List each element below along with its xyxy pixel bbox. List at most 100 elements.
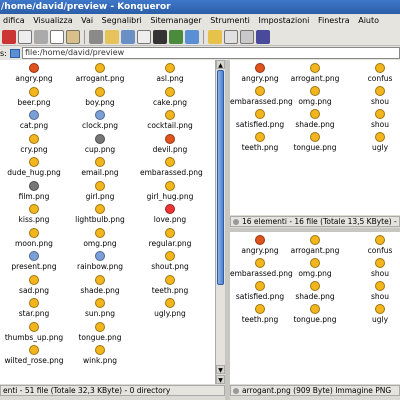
new-folder-icon[interactable] [105,29,119,44]
smiley-icon [95,274,105,285]
file-item[interactable]: love.png [140,204,200,224]
file-item[interactable]: confus [350,63,400,83]
left-file-pane[interactable]: angry.png beer.png cat.png cry.png dude_hug.… [0,60,215,384]
file-item[interactable]: sad.png [4,274,64,295]
console-icon[interactable] [153,29,167,44]
file-item[interactable]: beer.png [4,86,64,107]
file-item[interactable]: shou [350,258,400,278]
file-item[interactable]: boy.png [70,86,130,107]
file-item[interactable]: ugly [350,132,400,152]
file-item[interactable]: shade.png [70,274,130,295]
file-item[interactable]: cat.png [4,110,64,130]
cut-icon[interactable] [34,29,48,44]
file-item[interactable]: arrogant.png [285,63,345,83]
file-item[interactable]: regular.png [140,227,200,248]
file-item[interactable]: ugly.png [140,298,200,318]
zoom-icon[interactable] [137,29,151,44]
menu-sitemanager[interactable]: Sitemanager [147,14,204,28]
list-view-icon[interactable] [224,29,238,44]
file-item[interactable]: omg.png [70,227,130,248]
file-item[interactable]: embarassed.png [140,157,203,177]
file-item[interactable]: kiss.png [4,204,64,224]
file-item[interactable]: shou [350,281,400,301]
file-item[interactable]: tongue.png [285,304,345,324]
menu-settings[interactable]: Impostazioni [255,14,312,28]
icon-view-icon[interactable] [208,29,222,44]
file-item[interactable]: shout.png [140,251,200,271]
file-item[interactable]: present.png [4,251,64,271]
bottom-right-file-pane[interactable]: angry.png arrogant.png confus embarassed.pn… [230,232,400,384]
file-item[interactable]: wink.png [70,345,130,365]
file-item[interactable]: embarassed.png [230,86,293,106]
tools-icon[interactable] [89,29,103,44]
file-item[interactable]: cup.png [70,133,130,154]
file-item[interactable]: star.png [4,298,64,318]
left-pane-scrollbar[interactable]: ▲ ▼ ▼ [215,60,225,384]
file-item[interactable]: angry.png [230,63,290,83]
file-item[interactable]: wilted_rose.png [4,345,64,365]
file-item[interactable]: girl.png [70,180,130,201]
network-icon[interactable] [169,29,183,44]
stop-icon[interactable] [2,29,16,44]
file-item[interactable]: asl.png [140,63,200,83]
file-item[interactable]: girl_hug.png [140,180,200,201]
file-item[interactable]: cry.png [4,133,64,154]
location-input[interactable]: file:/home/david/preview [22,47,400,59]
file-item[interactable]: ugly [350,304,400,324]
file-item[interactable]: devil.png [140,133,200,154]
file-item[interactable]: shade.png [285,109,345,129]
open-folder-icon[interactable] [185,29,199,44]
file-item[interactable]: embarassed.png [230,258,293,278]
save-icon[interactable] [121,29,135,44]
file-item[interactable]: rainbow.png [70,251,130,271]
file-item[interactable]: teeth.png [230,132,290,152]
menu-bookmarks[interactable]: Segnalibri [99,14,145,28]
file-item[interactable]: angry.png [4,63,64,83]
menu-edit[interactable]: difica [0,14,28,28]
menu-tools[interactable]: Strumenti [207,14,253,28]
file-item[interactable]: angry.png [230,235,290,255]
top-right-file-pane[interactable]: angry.png arrogant.png confus embarassed.pn… [230,60,400,215]
file-item[interactable]: arrogant.png [285,235,345,255]
file-item[interactable]: omg.png [285,86,345,106]
menu-window[interactable]: Finestra [315,14,353,28]
file-item[interactable]: moon.png [4,227,64,248]
print-icon[interactable] [18,29,32,44]
file-item[interactable]: confus [350,235,400,255]
file-item[interactable]: cocktail.png [140,110,200,130]
file-item[interactable]: arrogant.png [70,63,130,83]
file-item[interactable]: dude_hug.png [4,157,64,177]
file-item[interactable]: clock.png [70,110,130,130]
menu-help[interactable]: Aiuto [355,14,382,28]
file-item[interactable]: tongue.png [285,132,345,152]
file-item[interactable]: cake.png [140,86,200,107]
file-item[interactable]: sun.png [70,298,130,318]
location-bar: s: file:/home/david/preview [0,46,400,60]
file-item[interactable]: satisfied.png [230,281,290,301]
paste-icon[interactable] [66,29,80,44]
scroll-down-arrow-2[interactable]: ▼ [216,375,225,384]
file-item[interactable]: shou [350,109,400,129]
menu-view[interactable]: Visualizza [30,14,75,28]
file-item[interactable]: teeth.png [140,274,200,295]
smiley-icon [255,132,265,142]
file-item[interactable]: lightbulb.png [70,204,130,224]
file-item[interactable]: email.png [70,157,130,177]
file-item[interactable]: shade.png [285,281,345,301]
file-item[interactable]: thumbs_up.png [4,321,64,342]
file-item[interactable]: teeth.png [230,304,290,324]
file-item[interactable]: omg.png [285,258,345,278]
file-item[interactable]: film.png [4,180,64,201]
menu-go[interactable]: Vai [78,14,96,28]
smiley-icon [29,321,39,332]
scrollbar-thumb[interactable] [217,70,224,285]
file-item[interactable]: shou [350,86,400,106]
file-item[interactable]: tongue.png [70,321,130,342]
preview-icon[interactable] [256,29,270,44]
scroll-up-arrow[interactable]: ▲ [216,60,225,69]
file-item[interactable]: satisfied.png [230,109,290,129]
scroll-down-arrow[interactable]: ▼ [216,365,225,374]
copy-icon[interactable] [50,29,64,44]
window-title-bar[interactable]: /home/david/preview - Konqueror [0,0,400,14]
detail-view-icon[interactable] [240,29,254,44]
